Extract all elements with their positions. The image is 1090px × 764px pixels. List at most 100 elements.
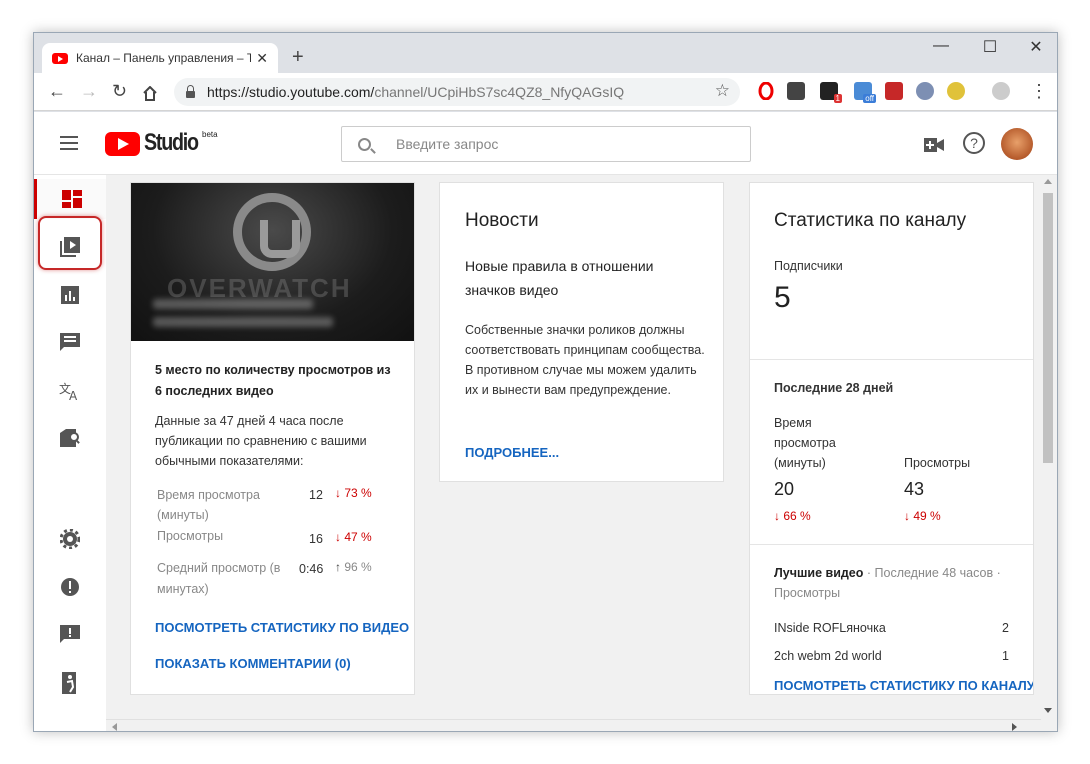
news-more-link[interactable]: ПОДРОБНЕЕ... <box>465 445 559 460</box>
browser-tab[interactable]: Канал – Панель управления – T ✕ <box>42 43 278 73</box>
scroll-right-icon[interactable] <box>1012 723 1017 731</box>
svg-text:A: A <box>69 389 78 401</box>
minimize-icon[interactable]: — <box>921 37 961 55</box>
watch-time-value: 20 <box>774 479 795 499</box>
back-icon[interactable]: ← <box>48 81 66 102</box>
translate-icon: 文A <box>59 381 78 401</box>
studio-app: Studio beta Введите запрос ? 文 A OVERWAT… <box>34 112 1057 731</box>
views-value: 43 <box>904 479 925 499</box>
window-close-icon[interactable]: ✕ <box>1016 37 1056 57</box>
top-video-views: 1 <box>1002 649 1009 663</box>
down-arrow-icon: ↓ <box>335 486 341 500</box>
opera-extension-icon[interactable] <box>757 81 775 101</box>
blurred-title <box>153 299 313 309</box>
video-rank-text: 5 место по количеству просмотров из 6 по… <box>155 363 391 398</box>
views-label: Просмотры <box>904 456 971 470</box>
metric-value: 0:46 <box>299 562 324 576</box>
avatar[interactable] <box>1001 128 1033 160</box>
home-icon[interactable] <box>142 85 158 101</box>
extension-badge-icon[interactable]: 1 <box>820 82 842 103</box>
nav-analytics[interactable] <box>34 275 106 315</box>
profile-icon[interactable] <box>992 82 1010 100</box>
analytics-icon <box>61 286 79 304</box>
metric-label: Просмотры <box>157 529 224 543</box>
nav-dashboard[interactable] <box>34 179 106 219</box>
top-video-title[interactable]: INside ROFLяночка <box>774 618 886 638</box>
left-navigation: 文A <box>34 175 106 731</box>
scrollbar-thumb[interactable] <box>1043 193 1053 463</box>
nav-copyright[interactable] <box>34 419 106 459</box>
top-video-views: 2 <box>1002 621 1009 635</box>
nav-comments[interactable] <box>34 323 106 363</box>
dashboard-content: OVERWATCH 5 место по количеству просмотр… <box>106 175 1041 731</box>
scroll-down-icon[interactable] <box>1044 708 1052 713</box>
scroll-up-icon[interactable] <box>1044 179 1052 184</box>
video-comparison-text: Данные за 47 дней 4 часа после публикаци… <box>155 414 367 468</box>
feedback-icon <box>60 625 80 643</box>
coin-extension-icon[interactable] <box>947 82 965 100</box>
divider <box>750 359 1033 360</box>
search-placeholder: Введите запрос <box>396 136 499 152</box>
channel-stats-card: Статистика по каналу Подписчики 5 Послед… <box>749 182 1034 695</box>
metric-label: Время просмотра (минуты) <box>157 488 260 522</box>
watch-time-label: Время просмотра (минуты) <box>774 416 836 470</box>
horizontal-scrollbar[interactable] <box>106 719 1041 731</box>
owl-extension-icon[interactable] <box>916 82 934 100</box>
metric-change: ↑ 96 % <box>335 560 372 574</box>
youtube-logo-icon[interactable] <box>105 132 140 156</box>
alert-badge-icon <box>61 578 79 596</box>
overwatch-logo-icon <box>233 193 311 271</box>
extension-icon[interactable] <box>787 82 805 100</box>
up-arrow-icon: ↑ <box>335 560 341 574</box>
news-headline: Новые правила в отношении значков видео <box>465 258 654 298</box>
down-arrow-icon: ↓ <box>335 530 341 544</box>
exit-classic-icon <box>62 672 76 694</box>
latest-video-card: OVERWATCH 5 место по количеству просмотр… <box>130 182 415 695</box>
video-extension-icon[interactable] <box>885 82 903 100</box>
settings-gear-icon <box>60 529 80 549</box>
new-tab-button[interactable]: + <box>292 46 304 69</box>
metric-change: ↓ 47 % <box>335 530 372 544</box>
down-arrow-icon: ↓ <box>774 509 780 523</box>
bookmark-star-icon[interactable]: ☆ <box>715 81 730 101</box>
comments-icon <box>60 333 80 351</box>
video-thumbnail[interactable]: OVERWATCH <box>131 183 414 341</box>
search-input[interactable]: Введите запрос <box>341 126 751 162</box>
video-stats-link[interactable]: ПОСМОТРЕТЬ СТАТИСТИКУ ПО ВИДЕО <box>155 619 415 637</box>
news-card: Новости Новые правила в отношении значко… <box>439 182 724 482</box>
metric-value: 12 <box>309 488 323 502</box>
down-arrow-icon: ↓ <box>904 509 910 523</box>
address-bar[interactable]: https://studio.youtube.com/channel/UCpiH… <box>174 78 740 106</box>
nav-classic-studio[interactable] <box>34 663 106 703</box>
nav-status[interactable] <box>34 567 106 607</box>
show-comments-link[interactable]: ПОКАЗАТЬ КОММЕНТАРИИ (0) <box>155 656 351 671</box>
channel-stats-link[interactable]: ПОСМОТРЕТЬ СТАТИСТИКУ ПО КАНАЛУ <box>774 678 1033 693</box>
studio-logo-text: Studio <box>144 129 199 156</box>
create-video-icon[interactable] <box>924 138 944 157</box>
videos-nav-highlight <box>38 216 102 270</box>
maximize-icon[interactable]: ☐ <box>970 37 1010 57</box>
metric-change: ↓ 73 % <box>335 486 372 500</box>
scroll-left-icon[interactable] <box>112 723 117 731</box>
subscribers-value: 5 <box>774 281 791 314</box>
nav-translations[interactable]: 文A <box>34 371 106 411</box>
forward-icon[interactable]: → <box>80 81 98 102</box>
hamburger-menu-icon[interactable] <box>60 136 78 150</box>
nav-settings[interactable] <box>34 519 106 559</box>
period-label: Последние 28 дней <box>774 381 894 395</box>
top-video-title[interactable]: 2ch webm 2d world <box>774 646 882 666</box>
tab-strip: Канал – Панель управления – T ✕ + — ☐ ✕ <box>34 33 1057 73</box>
help-icon[interactable]: ? <box>963 132 985 154</box>
copyright-search-icon <box>60 429 80 447</box>
url-path: channel/UCpiHbS7sc4QZ8_NfyQAGsIQ <box>374 84 625 100</box>
watch-time-change: ↓ 66 % <box>774 509 811 523</box>
browser-menu-icon[interactable]: ⋮ <box>1030 81 1048 102</box>
vertical-scrollbar[interactable] <box>1039 175 1057 731</box>
lock-icon <box>186 84 195 98</box>
views-change: ↓ 49 % <box>904 509 941 523</box>
tab-close-icon[interactable]: ✕ <box>256 50 268 67</box>
adblock-extension-icon[interactable]: off <box>854 82 876 103</box>
nav-feedback[interactable] <box>34 615 106 655</box>
browser-toolbar: ← → ↻ https://studio.youtube.com/channel… <box>34 73 1057 111</box>
reload-icon[interactable]: ↻ <box>112 81 127 102</box>
